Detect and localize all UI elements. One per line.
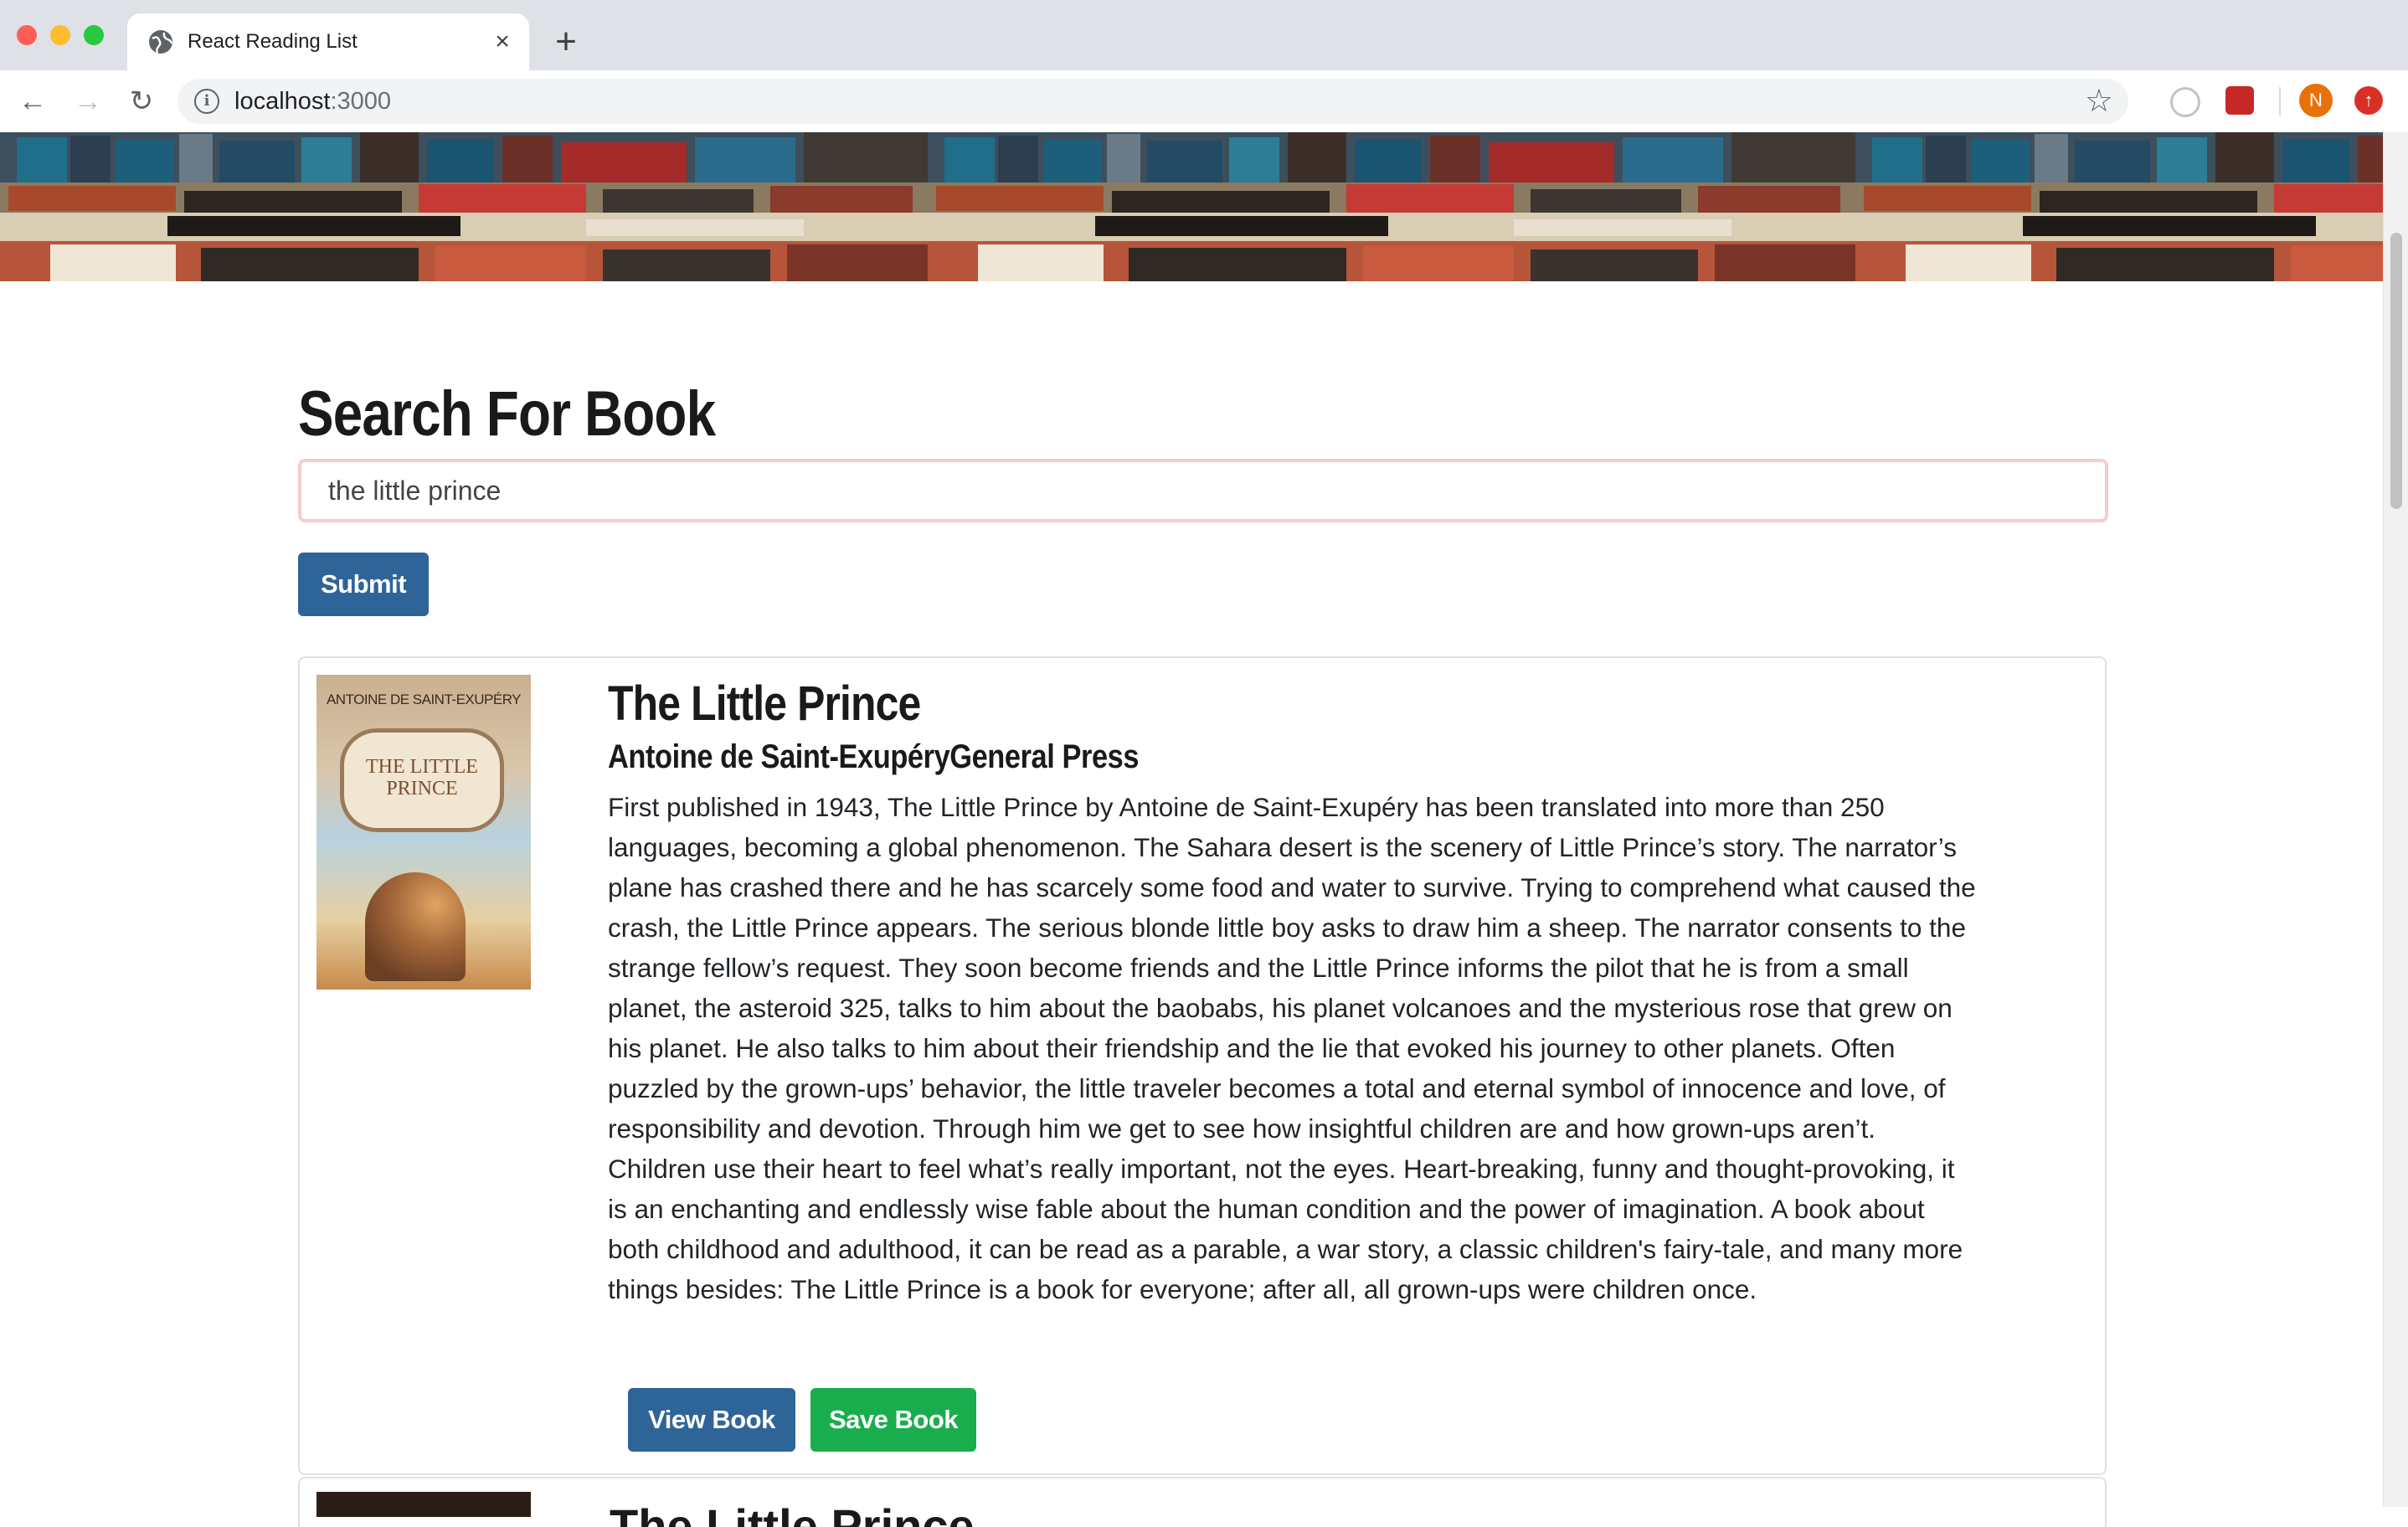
browser-toolbar: ← → ↻ i localhost:3000 ☆ (0, 70, 2408, 133)
book-card: The Little Prince (298, 1477, 2107, 1527)
profile-avatar[interactable]: N (2299, 84, 2333, 117)
forward-arrow-icon[interactable]: → (67, 80, 109, 122)
cover-author-text: ANTOINE DE SAINT-EXUPÉRY (326, 692, 522, 707)
submit-button[interactable]: Submit (298, 553, 429, 616)
url-host: localhost (234, 88, 331, 115)
book-authors: Antoine de Saint-ExupéryGeneral Press (608, 738, 1140, 775)
cover-title-frame: THE LITTLE PRINCE (340, 728, 504, 832)
globe-icon (149, 30, 173, 54)
book-cover-image: ANTOINE DE SAINT-EXUPÉRY THE LITTLE PRIN… (316, 675, 531, 990)
url-port: :3000 (330, 88, 392, 115)
book-title: The Little Prince (610, 1499, 975, 1527)
plus-icon[interactable]: + (544, 20, 588, 64)
page-title: Search For Book (298, 378, 716, 450)
extension-icon[interactable] (2170, 87, 2200, 117)
book-card: ANTOINE DE SAINT-EXUPÉRY THE LITTLE PRIN… (298, 656, 2107, 1475)
toolbar-divider (2279, 87, 2281, 116)
address-bar[interactable]: i localhost:3000 ☆ (178, 79, 2128, 124)
window-minimize-button[interactable] (50, 25, 70, 45)
url-text[interactable]: localhost:3000 (234, 88, 391, 115)
browser-tab-strip: React Reading List × + (0, 0, 2408, 70)
book-cover-image (316, 1492, 531, 1517)
window-close-button[interactable] (17, 25, 37, 45)
save-book-button[interactable]: Save Book (810, 1388, 976, 1452)
info-icon[interactable]: i (194, 89, 219, 114)
back-arrow-icon[interactable]: ← (12, 80, 54, 122)
update-icon[interactable]: ↑ (2354, 86, 2383, 115)
window-zoom-button[interactable] (84, 25, 104, 45)
view-book-button[interactable]: View Book (628, 1388, 795, 1452)
extension-icon[interactable] (2225, 86, 2254, 115)
scrollbar-thumb[interactable] (2390, 233, 2402, 509)
reload-icon[interactable]: ↻ (121, 80, 162, 122)
book-description: First published in 1943, The Little Prin… (608, 792, 1976, 1304)
star-icon[interactable]: ☆ (2085, 84, 2113, 119)
close-icon[interactable]: × (487, 27, 517, 57)
tab-title: React Reading List (188, 30, 358, 53)
book-title: The Little Prince (608, 676, 921, 731)
cover-title-text: THE LITTLE PRINCE (366, 756, 478, 799)
bookshelf-banner (0, 132, 2383, 281)
search-input[interactable] (298, 459, 2108, 522)
cover-illustration (365, 872, 466, 981)
bookshelf-image (0, 132, 2383, 281)
browser-tab[interactable]: React Reading List × (127, 13, 529, 70)
book-details: The Little Prince Antoine de Saint-Exupé… (608, 675, 1981, 1309)
page-scrollbar[interactable] (2383, 132, 2408, 1507)
